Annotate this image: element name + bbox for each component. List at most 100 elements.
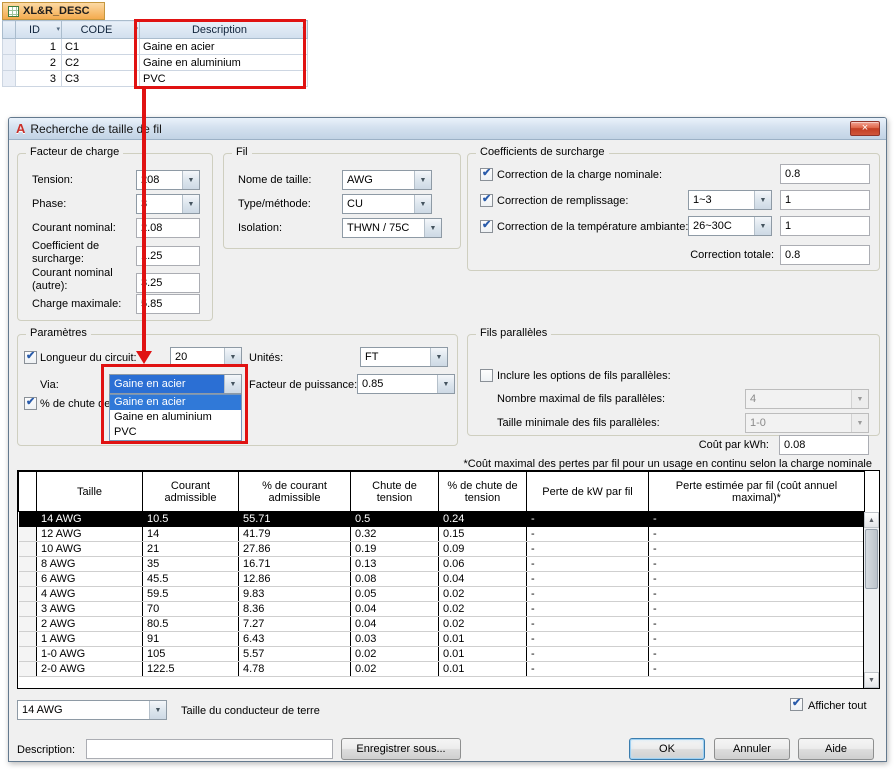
cell-perte-estimee: - [648,541,865,557]
description-column-highlight [134,19,306,89]
facteur-puissance-combo[interactable]: 0.85 ▼ [357,374,455,394]
scroll-down-button[interactable]: ▼ [864,672,879,688]
pct-chute-checkbox[interactable]: ✔ [24,396,37,410]
annuler-button[interactable]: Annuler [714,738,790,760]
isolation-combo[interactable]: THWN / 75C ▼ [342,218,442,238]
aide-button[interactable]: Aide [798,738,874,760]
table-row[interactable]: 2 AWG 80.5 7.27 0.04 0.02 - - [18,616,865,632]
cell-perte-estimee: - [648,661,865,677]
column-header-code[interactable]: CODE ▾ [61,20,140,39]
check-icon: ✔ [482,193,492,205]
afficher-tout-checkbox[interactable]: ✔ [790,697,803,711]
chevron-down-icon[interactable]: ▼ [851,414,868,432]
chevron-down-icon[interactable]: ▼ [424,219,441,237]
taille-min-combo[interactable]: 1-0 ▼ [745,413,869,433]
chevron-down-icon[interactable]: ▼ [437,375,454,393]
check-icon: ✔ [482,167,492,179]
row-selector[interactable] [18,646,37,662]
correction-charge-nominale-input[interactable] [780,164,870,184]
chevron-down-icon[interactable]: ▼ [851,390,868,408]
correction-charge-nominale-label: Correction de la charge nominale: [497,169,663,181]
correction-charge-nominale-checkbox[interactable]: ✔ [480,167,493,181]
cell-chute-tension: 0.02 [350,661,439,677]
longueur-circuit-checkbox[interactable]: ✔ [24,350,37,364]
table-row[interactable]: 1-0 AWG 105 5.57 0.02 0.01 - - [18,646,865,662]
chevron-down-icon[interactable]: ▼ [182,171,199,189]
table-row[interactable]: 4 AWG 59.5 9.83 0.05 0.02 - - [18,586,865,602]
cell-id: 3 [15,70,62,87]
cell-pct-chute: 0.01 [438,646,527,662]
table-row[interactable]: 14 AWG 10.5 55.71 0.5 0.24 - - [18,511,865,527]
table-row[interactable]: 10 AWG 21 27.86 0.19 0.09 - - [18,541,865,557]
cell-courant-admissible: 70 [142,601,239,617]
cell-chute-tension: 0.5 [350,511,439,527]
description-input[interactable] [86,739,333,759]
cell-taille: 6 AWG [36,571,143,587]
chevron-down-icon[interactable]: ▼ [414,195,431,213]
cell-taille: 2 AWG [36,616,143,632]
row-selector[interactable] [2,38,16,55]
correction-remplissage-checkbox[interactable]: ✔ [480,193,493,207]
via-label: Via: [40,379,59,391]
correction-totale-input[interactable] [780,245,870,265]
chevron-down-icon[interactable]: ▼ [754,217,771,235]
chevron-down-icon[interactable]: ▼ [414,171,431,189]
unites-combo[interactable]: FT ▼ [360,347,448,367]
cout-kwh-input[interactable] [779,435,869,455]
description-label: Description: [17,744,76,756]
close-button[interactable]: × [850,121,880,136]
dialog-titlebar[interactable]: A Recherche de taille de fil × [9,118,886,140]
row-selector[interactable] [18,526,37,542]
cell-taille: 3 AWG [36,601,143,617]
taille-conducteur-terre-label: Taille du conducteur de terre [181,705,320,717]
cell-perte-kw: - [526,631,649,647]
row-selector[interactable] [18,631,37,647]
cell-pct-courant: 41.79 [238,526,351,542]
enregistrer-sous-button[interactable]: Enregistrer sous... [341,738,461,760]
table-row[interactable]: 6 AWG 45.5 12.86 0.08 0.04 - - [18,571,865,587]
chevron-down-icon[interactable]: ▼ [430,348,447,366]
group-fils-paralleles: Fils parallèles Inclure les options de f… [467,327,880,436]
row-selector[interactable] [18,556,37,572]
nome-taille-label: Nome de taille: [238,174,312,186]
row-selector[interactable] [18,586,37,602]
table-row[interactable]: 8 AWG 35 16.71 0.13 0.06 - - [18,556,865,572]
taille-conducteur-terre-combo[interactable]: 14 AWG ▼ [17,700,167,720]
column-header-id[interactable]: ID ▾ [15,20,62,39]
cell-taille: 8 AWG [36,556,143,572]
row-selector[interactable] [18,541,37,557]
chevron-down-icon[interactable]: ▼ [754,191,771,209]
table-row[interactable]: 2-0 AWG 122.5 4.78 0.02 0.01 - - [18,661,865,677]
row-selector[interactable] [18,571,37,587]
correction-temperature-label: Correction de la température ambiante: [497,221,689,233]
row-selector[interactable] [2,70,16,87]
temperature-combo[interactable]: 26~30C ▼ [688,216,772,236]
column-header: Courant admissible [142,471,239,512]
row-selector[interactable] [18,616,37,632]
remplissage-combo[interactable]: 1~3 ▼ [688,190,772,210]
filter-arrow-icon[interactable]: ▾ [56,26,60,33]
correction-remplissage-input[interactable] [780,190,870,210]
nombre-max-combo[interactable]: 4 ▼ [745,389,869,409]
table-row[interactable]: 1 AWG 91 6.43 0.03 0.01 - - [18,631,865,647]
chevron-down-icon[interactable]: ▼ [182,195,199,213]
table-scrollbar[interactable]: ▲ ▼ [863,512,879,688]
type-methode-combo[interactable]: CU ▼ [342,194,432,214]
table-row[interactable]: 12 AWG 14 41.79 0.32 0.15 - - [18,526,865,542]
scrollbar-thumb[interactable] [865,529,878,589]
scroll-up-button[interactable]: ▲ [864,512,879,528]
cell-taille: 4 AWG [36,586,143,602]
inclure-fils-paralleles-checkbox[interactable] [480,369,493,382]
row-selector[interactable] [18,601,37,617]
cell-perte-estimee: - [648,571,865,587]
correction-temperature-checkbox[interactable]: ✔ [480,219,493,233]
ok-button[interactable]: OK [629,738,705,760]
spreadsheet-tab[interactable]: XL&R_DESC [2,2,105,20]
table-row[interactable]: 3 AWG 70 8.36 0.04 0.02 - - [18,601,865,617]
row-selector[interactable] [18,511,37,527]
correction-temperature-input[interactable] [780,216,870,236]
nome-taille-combo[interactable]: AWG ▼ [342,170,432,190]
row-selector[interactable] [2,54,16,71]
chevron-down-icon[interactable]: ▼ [149,701,166,719]
row-selector[interactable] [18,661,37,677]
